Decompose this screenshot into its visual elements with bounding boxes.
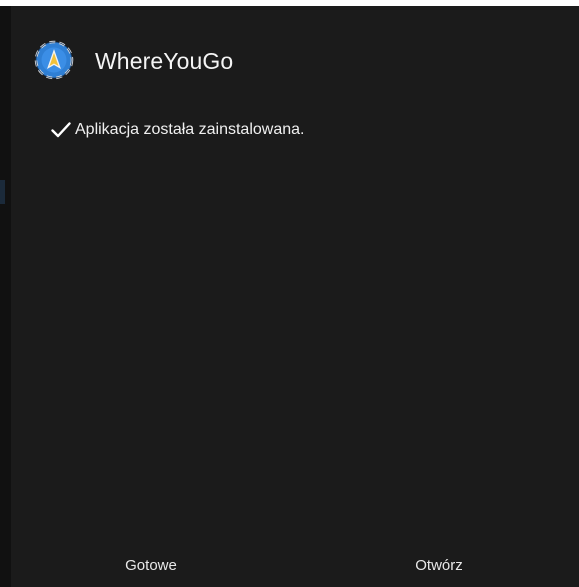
done-button[interactable]: Gotowe: [11, 543, 295, 587]
check-icon: [51, 122, 71, 138]
app-name: WhereYouGo: [95, 48, 234, 74]
compass-globe-icon: [34, 40, 74, 80]
status-message: Aplikacja została zainstalowana.: [75, 121, 305, 138]
background-app-accent: [0, 180, 5, 204]
dialog-header: WhereYouGo: [11, 6, 579, 106]
dialog-button-bar: Gotowe Otwórz: [11, 543, 579, 587]
install-complete-dialog: WhereYouGo Aplikacja została zainstalowa…: [11, 6, 579, 587]
screen: WhereYouGo Aplikacja została zainstalowa…: [0, 0, 579, 587]
background-app-edge: [0, 6, 11, 587]
open-button[interactable]: Otwórz: [295, 543, 579, 587]
install-status: Aplikacja została zainstalowana.: [49, 116, 304, 144]
